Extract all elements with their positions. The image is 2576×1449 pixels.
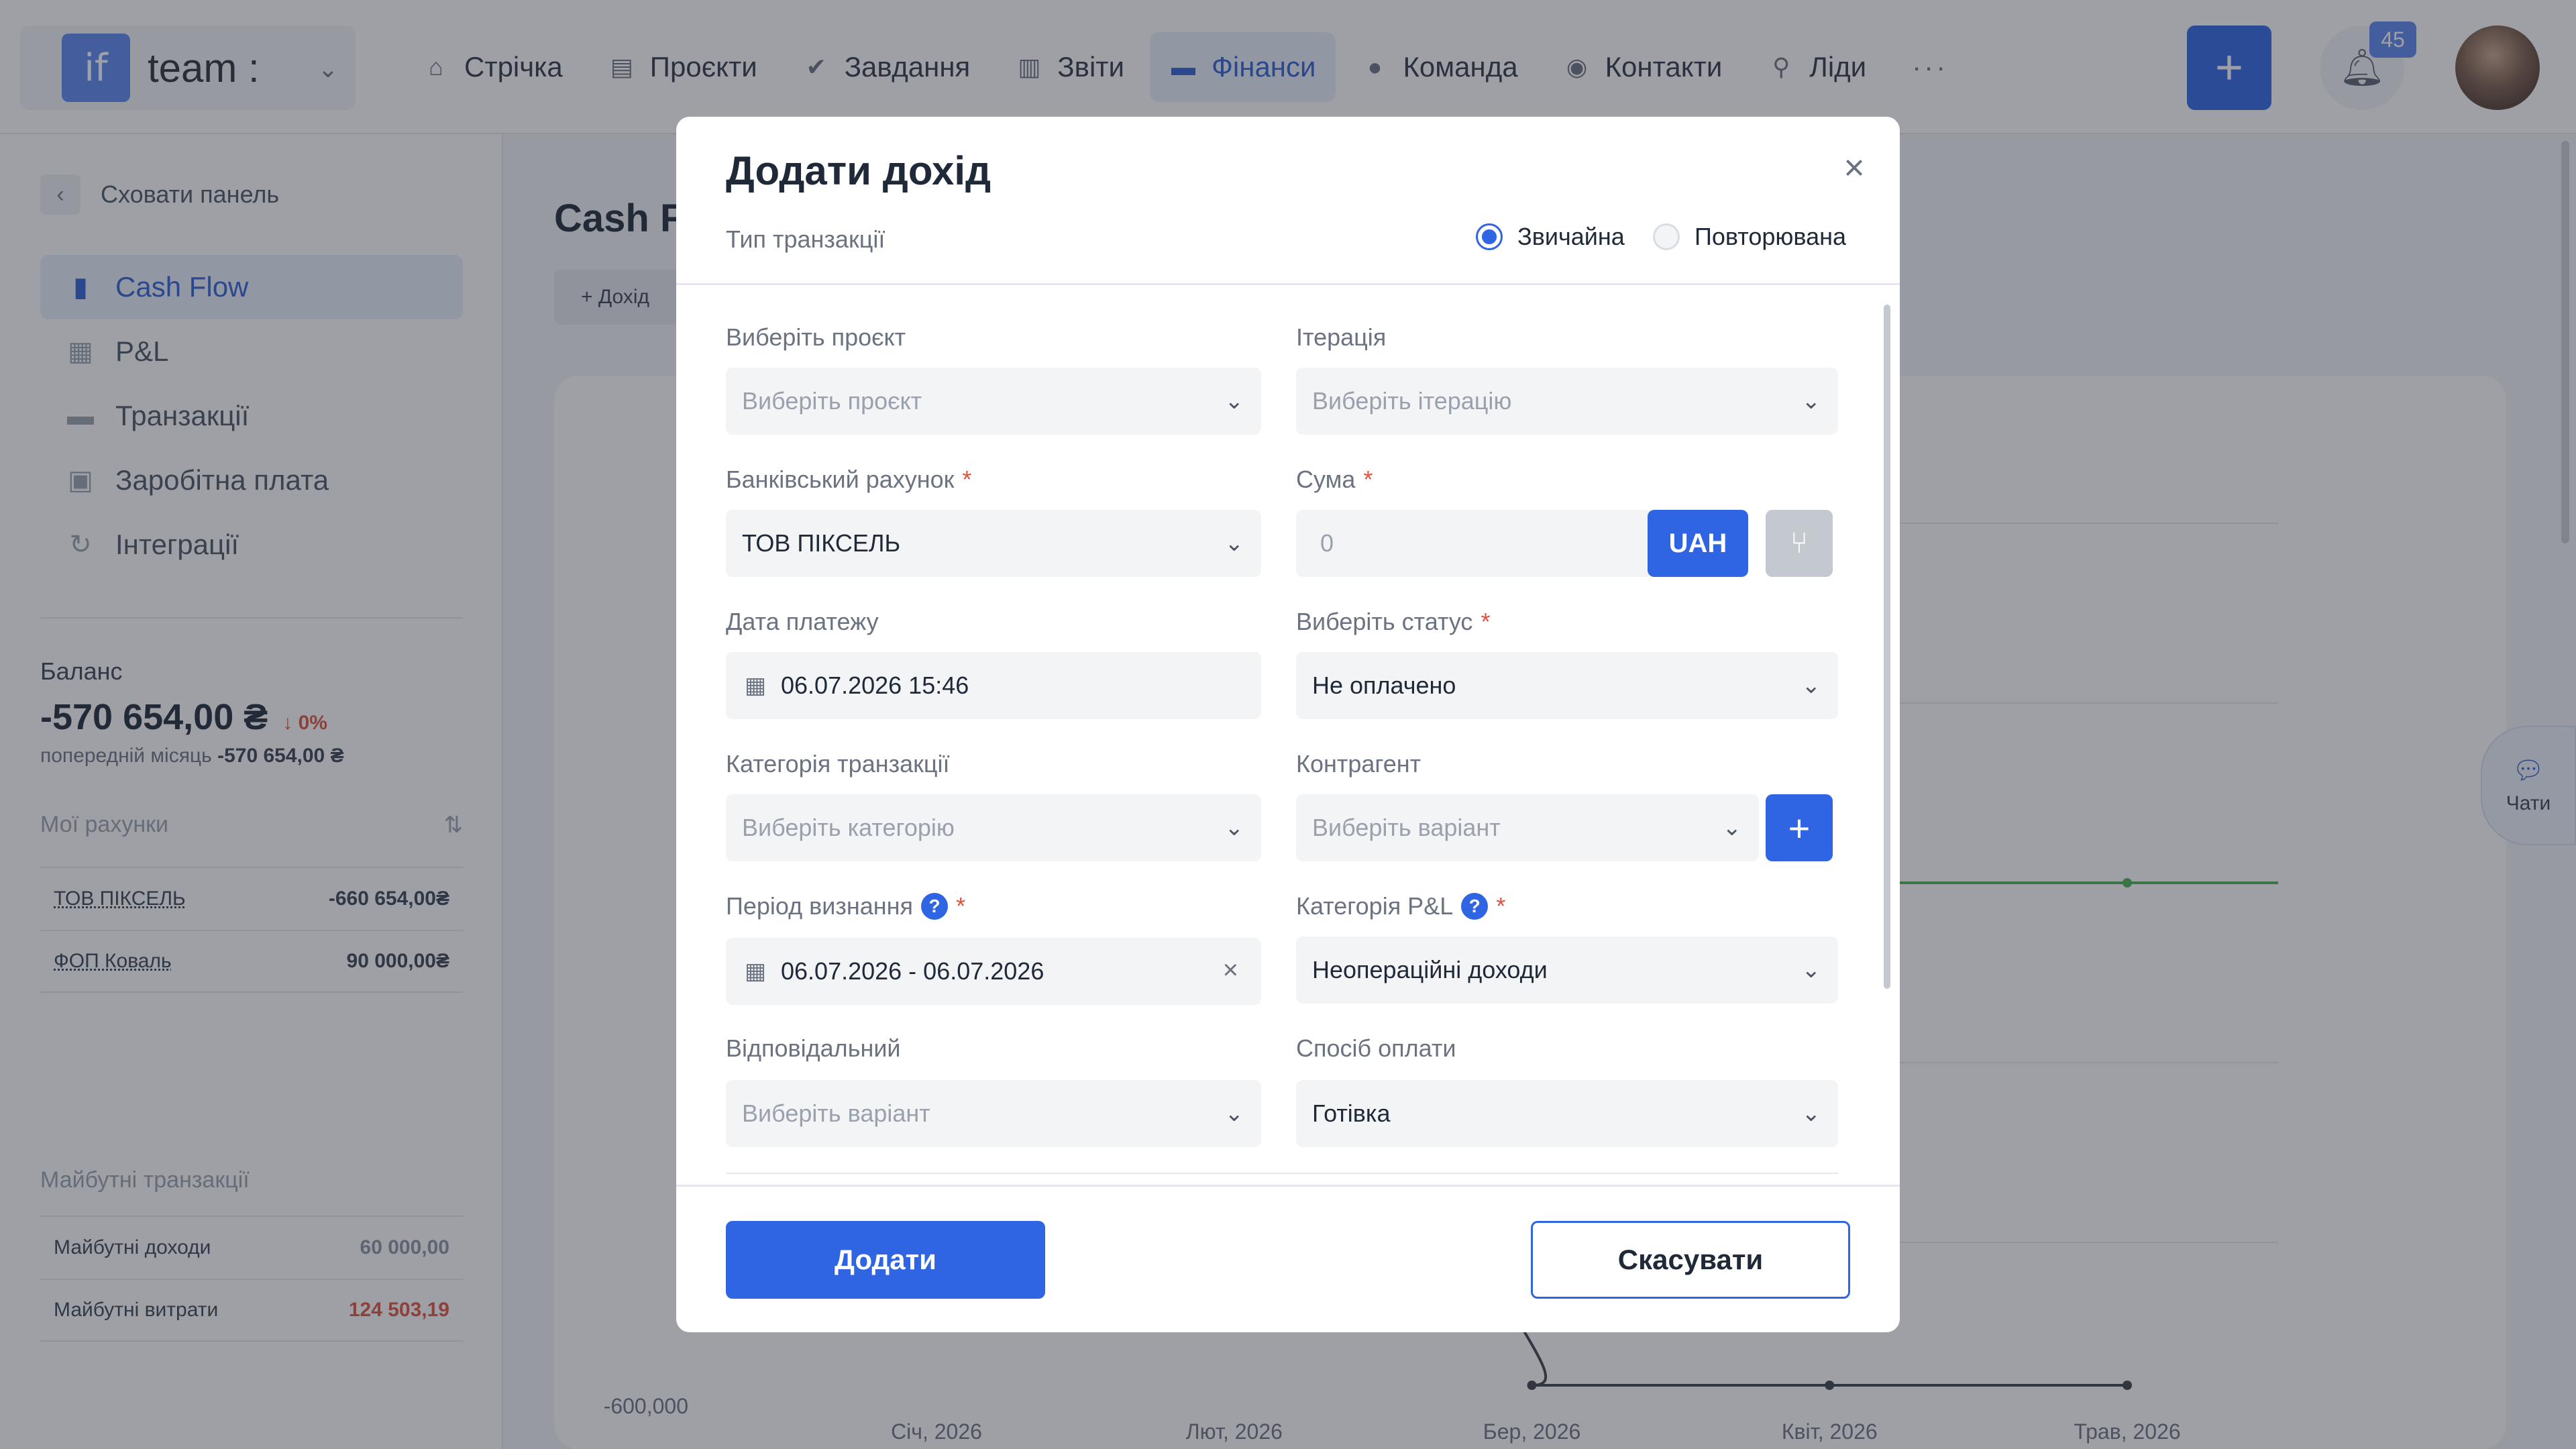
label-text: Категорія P&L [1296,892,1454,920]
label-text: Дата платежу [726,608,879,635]
label-text: Банківський рахунок [726,466,955,493]
payment-method-select[interactable]: Готівка ⌄ [1296,1080,1838,1147]
category-label: Категорія транзакції [726,750,950,778]
date-range-value: 06.07.2026 - 06.07.2026 [781,957,1044,985]
clear-icon[interactable]: × [1223,955,1238,985]
project-select[interactable]: Виберіть проєкт ⌄ [726,368,1261,435]
label-text: Категорія транзакції [726,750,950,777]
add-counterparty-button[interactable]: + [1766,794,1833,861]
label-text: Період визнання [726,892,914,920]
counterparty-select[interactable]: Виберіть варіант ⌄ [1296,794,1759,861]
project-label: Виберіть проєкт [726,323,906,352]
pl-category-select[interactable]: Неопераційні доходи ⌄ [1296,936,1838,1004]
modal-title: Додати дохід [726,148,991,193]
radio-regular[interactable]: Звичайна [1476,223,1625,251]
required-mark: * [1481,608,1491,635]
chevron-down-icon: ⌄ [1801,1101,1821,1126]
label-text: Виберіть проєкт [726,323,906,351]
radio-recurring[interactable]: Повторювана [1653,223,1846,251]
radio-label: Звичайна [1517,223,1625,250]
help-icon[interactable]: ? [921,893,949,920]
divider [676,283,1900,285]
pl-category-label: Категорія P&L? * [1296,892,1505,920]
iteration-label: Ітерація [1296,323,1386,352]
currency-convert-icon[interactable]: ⑂ [1766,510,1833,577]
chevron-down-icon: ⌄ [1224,531,1244,556]
bank-account-label: Банківський рахунок * [726,466,971,494]
responsible-label: Відповідальний [726,1034,901,1063]
radio-label: Повторювана [1695,223,1847,250]
selected-value: ТОВ ПІКСЕЛЬ [742,529,901,557]
chevron-down-icon: ⌄ [1801,673,1821,698]
label-text: Спосіб оплати [1296,1034,1456,1062]
label-text: Відповідальний [726,1034,901,1062]
label-text: Контрагент [1296,750,1421,777]
chevron-down-icon: ⌄ [1801,388,1821,414]
chevron-down-icon: ⌄ [1722,815,1742,841]
label-text: Виберіть статус [1296,608,1473,635]
status-label: Виберіть статус * [1296,608,1490,636]
required-mark: * [1496,892,1506,920]
modal-scrollbar[interactable] [1884,305,1890,989]
cancel-button[interactable]: Скасувати [1531,1221,1850,1299]
chevron-down-icon: ⌄ [1801,957,1821,983]
calendar-icon: ▦ [744,959,767,984]
recognition-period-label: Період визнання? * [726,892,965,920]
add-income-modal: Додати дохід × Тип транзакції Звичайна П… [676,117,1900,1332]
divider [676,1185,1900,1187]
close-icon[interactable]: × [1833,146,1876,189]
transaction-type-label: Тип транзакції [726,225,885,253]
chevron-down-icon: ⌄ [1224,815,1244,841]
radio-checked-icon [1476,223,1503,250]
recognition-period-picker[interactable]: ▦ 06.07.2026 - 06.07.2026 × [726,938,1261,1005]
label-text: Ітерація [1296,323,1387,351]
submit-button[interactable]: Додати [726,1221,1045,1299]
date-value: 06.07.2026 15:46 [781,672,969,699]
iteration-select[interactable]: Виберіть ітерацію ⌄ [1296,368,1838,435]
payment-date-label: Дата платежу [726,608,879,636]
placeholder: Виберіть варіант [1312,814,1501,841]
placeholder: 0 [1320,529,1334,557]
responsible-select[interactable]: Виберіть варіант ⌄ [726,1080,1261,1147]
placeholder: Виберіть ітерацію [1312,387,1512,415]
amount-label: Сума * [1296,466,1373,494]
selected-value: Не оплачено [1312,672,1456,699]
required-mark: * [962,466,972,493]
calendar-icon: ▦ [744,673,767,698]
status-select[interactable]: Не оплачено ⌄ [1296,652,1838,719]
placeholder: Виберіть проєкт [742,387,922,415]
amount-input[interactable]: 0 [1296,510,1652,577]
placeholder: Виберіть варіант [742,1099,930,1127]
bank-account-select[interactable]: ТОВ ПІКСЕЛЬ ⌄ [726,510,1261,577]
label-text: Сума [1296,466,1356,493]
divider [726,1173,1838,1174]
selected-value: Неопераційні доходи [1312,956,1548,983]
required-mark: * [956,892,966,920]
category-select[interactable]: Виберіть категорію ⌄ [726,794,1261,861]
help-icon[interactable]: ? [1461,893,1489,920]
selected-value: Готівка [1312,1099,1391,1127]
currency-button[interactable]: UAH [1648,510,1748,577]
payment-date-picker[interactable]: ▦ 06.07.2026 15:46 [726,652,1261,719]
required-mark: * [1363,466,1373,493]
chevron-down-icon: ⌄ [1224,388,1244,414]
counterparty-label: Контрагент [1296,750,1421,778]
placeholder: Виберіть категорію [742,814,955,841]
chevron-down-icon: ⌄ [1224,1101,1244,1126]
payment-method-label: Спосіб оплати [1296,1034,1456,1063]
radio-unchecked-icon [1653,223,1680,250]
